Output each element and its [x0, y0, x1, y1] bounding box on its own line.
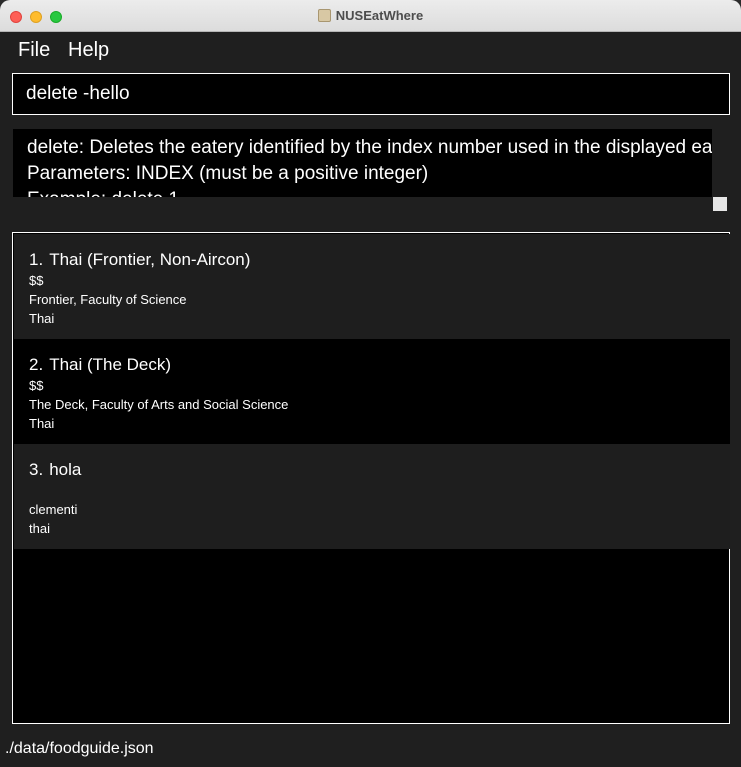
eatery-location: Frontier, Faculty of Science	[29, 292, 187, 307]
eatery-category: thai	[29, 521, 50, 536]
eatery-card[interactable]: 3. hola clementi thai	[14, 444, 730, 549]
eatery-name: Thai (The Deck)	[49, 355, 172, 374]
eatery-name: hola	[49, 460, 82, 479]
result-scroll-thumb[interactable]	[713, 197, 727, 211]
eatery-location: The Deck, Faculty of Arts and Social Sci…	[29, 397, 289, 412]
result-display: delete: Deletes the eatery identified by…	[13, 129, 712, 197]
eatery-card[interactable]: 1. Thai (Frontier, Non-Aircon) $$ Frontie…	[14, 234, 730, 339]
eatery-name: Thai (Frontier, Non-Aircon)	[49, 250, 251, 269]
eatery-title: 1. Thai (Frontier, Non-Aircon)	[29, 249, 730, 271]
eatery-title: 2. Thai (The Deck)	[29, 354, 730, 376]
eatery-card[interactable]: 2. Thai (The Deck) $$ The Deck, Faculty o…	[14, 339, 730, 444]
window-title: NUSEatWhere	[0, 8, 741, 23]
eatery-location: clementi	[29, 502, 78, 517]
eatery-category: Thai	[29, 416, 55, 431]
result-line: Example: delete 1	[27, 187, 712, 197]
title-bar: NUSEatWhere	[0, 0, 741, 32]
save-location: ./data/foodguide.json	[5, 740, 154, 757]
eatery-price: $$	[29, 378, 44, 393]
menu-bar: File Help	[0, 32, 741, 68]
eatery-index: 3.	[29, 460, 44, 479]
window-title-text: NUSEatWhere	[335, 8, 424, 23]
eatery-index: 1.	[29, 250, 44, 269]
eatery-title: 3. hola	[29, 459, 730, 481]
menu-help[interactable]: Help	[68, 39, 109, 62]
result-line: Parameters: INDEX (must be a positive in…	[27, 163, 429, 184]
result-scrollbar[interactable]	[712, 129, 727, 197]
eatery-list[interactable]: 1. Thai (Frontier, Non-Aircon) $$ Frontie…	[12, 232, 730, 724]
eatery-price	[29, 481, 730, 500]
menu-file[interactable]: File	[18, 39, 50, 62]
status-bar: ./data/foodguide.json	[0, 737, 741, 767]
result-line: delete: Deletes the eatery identified by…	[27, 137, 712, 158]
app-window: NUSEatWhere File Help delete -hello dele…	[0, 0, 741, 767]
eatery-index: 2.	[29, 355, 44, 374]
eatery-price: $$	[29, 273, 44, 288]
command-input[interactable]: delete -hello	[12, 73, 730, 115]
eatery-category: Thai	[29, 311, 55, 326]
app-icon	[317, 9, 331, 22]
